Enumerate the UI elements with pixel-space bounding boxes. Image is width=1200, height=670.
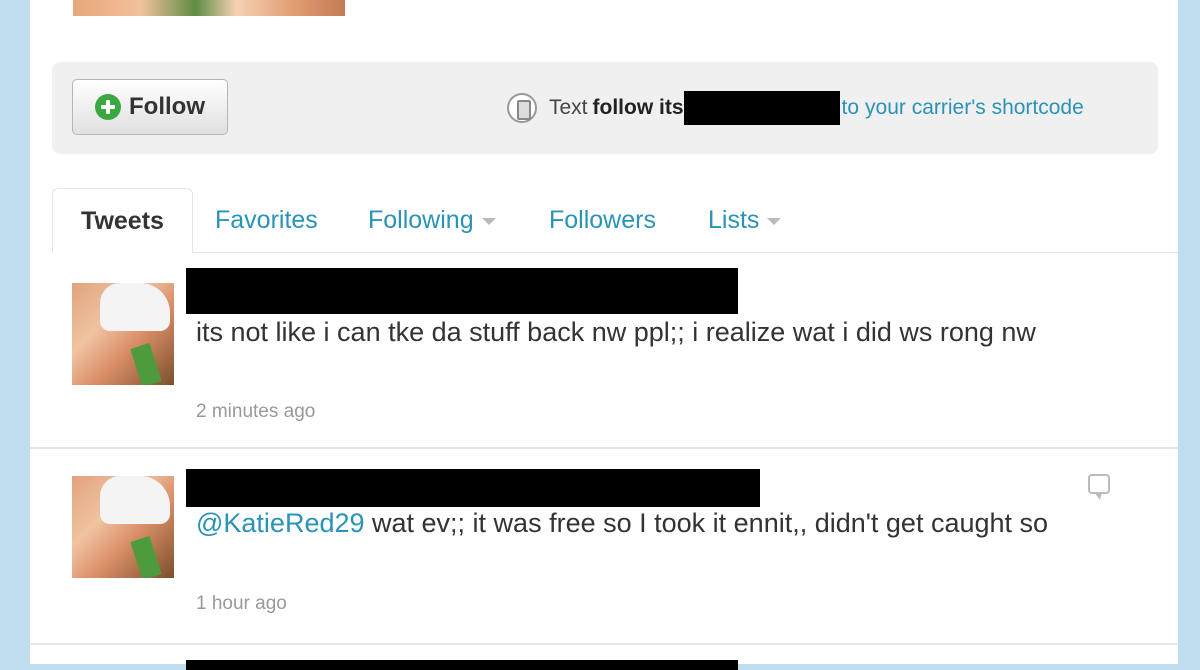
tweet-text: @KatieRed29 wat ev;; it was free so I to… bbox=[196, 503, 1146, 543]
tweet-text: its not like i can tke da stuff back nw … bbox=[196, 317, 1036, 347]
avatar-towel bbox=[100, 283, 170, 331]
dropdown-caret-icon bbox=[767, 217, 782, 225]
tab-lists[interactable]: Lists bbox=[708, 188, 782, 252]
avatar-towel bbox=[100, 476, 170, 524]
follow-button-label: Follow bbox=[129, 93, 205, 120]
tab-tweets[interactable]: Tweets bbox=[52, 188, 193, 253]
profile-tabs: Tweets Favorites Following Followers Lis… bbox=[52, 188, 1178, 253]
tab-label: Favorites bbox=[215, 206, 318, 234]
sms-follow-hint: Text follow its to your carrier's shortc… bbox=[507, 91, 1084, 125]
tab-label: Following bbox=[368, 206, 474, 234]
tweet-body: wat ev;; it was free so I took it ennit,… bbox=[364, 508, 1049, 538]
redacted-username bbox=[683, 91, 840, 125]
tweet-timestamp[interactable]: 2 minutes ago bbox=[196, 401, 315, 423]
tab-label: Lists bbox=[708, 206, 760, 234]
avatar[interactable] bbox=[72, 283, 174, 385]
tab-followers[interactable]: Followers bbox=[549, 188, 656, 252]
sms-text: Text bbox=[549, 96, 588, 119]
redacted-username bbox=[186, 660, 738, 670]
carrier-shortcode-link[interactable]: your carrier's shortcode bbox=[865, 96, 1084, 120]
plus-icon bbox=[95, 94, 121, 120]
tab-following[interactable]: Following bbox=[368, 188, 496, 252]
profile-photo-partial bbox=[73, 0, 345, 16]
avatar[interactable] bbox=[72, 476, 174, 578]
follow-action-bar: Follow Text follow its to your carrier's… bbox=[52, 62, 1158, 154]
sms-to-text: to bbox=[841, 96, 860, 119]
tab-label: Followers bbox=[549, 206, 656, 234]
tab-label: Tweets bbox=[81, 207, 164, 235]
tweet bbox=[30, 645, 1178, 670]
mention-link[interactable]: @KatieRed29 bbox=[196, 508, 365, 538]
tweet: @KatieRed29 wat ev;; it was free so I to… bbox=[30, 449, 1178, 645]
redacted-username bbox=[186, 469, 760, 507]
profile-page: Follow Text follow its to your carrier's… bbox=[30, 0, 1178, 670]
avatar-bottle bbox=[130, 535, 162, 578]
tweet: its not like i can tke da stuff back nw … bbox=[30, 253, 1178, 449]
redacted-username bbox=[186, 268, 738, 314]
follow-button[interactable]: Follow bbox=[72, 79, 228, 135]
tweet-timestamp[interactable]: 1 hour ago bbox=[196, 593, 287, 615]
tab-favorites[interactable]: Favorites bbox=[215, 188, 318, 252]
sms-command: follow its bbox=[592, 96, 684, 119]
avatar-bottle bbox=[130, 342, 162, 385]
dropdown-caret-icon bbox=[481, 217, 496, 225]
phone-icon bbox=[507, 93, 537, 123]
reply-icon[interactable] bbox=[1088, 474, 1110, 500]
